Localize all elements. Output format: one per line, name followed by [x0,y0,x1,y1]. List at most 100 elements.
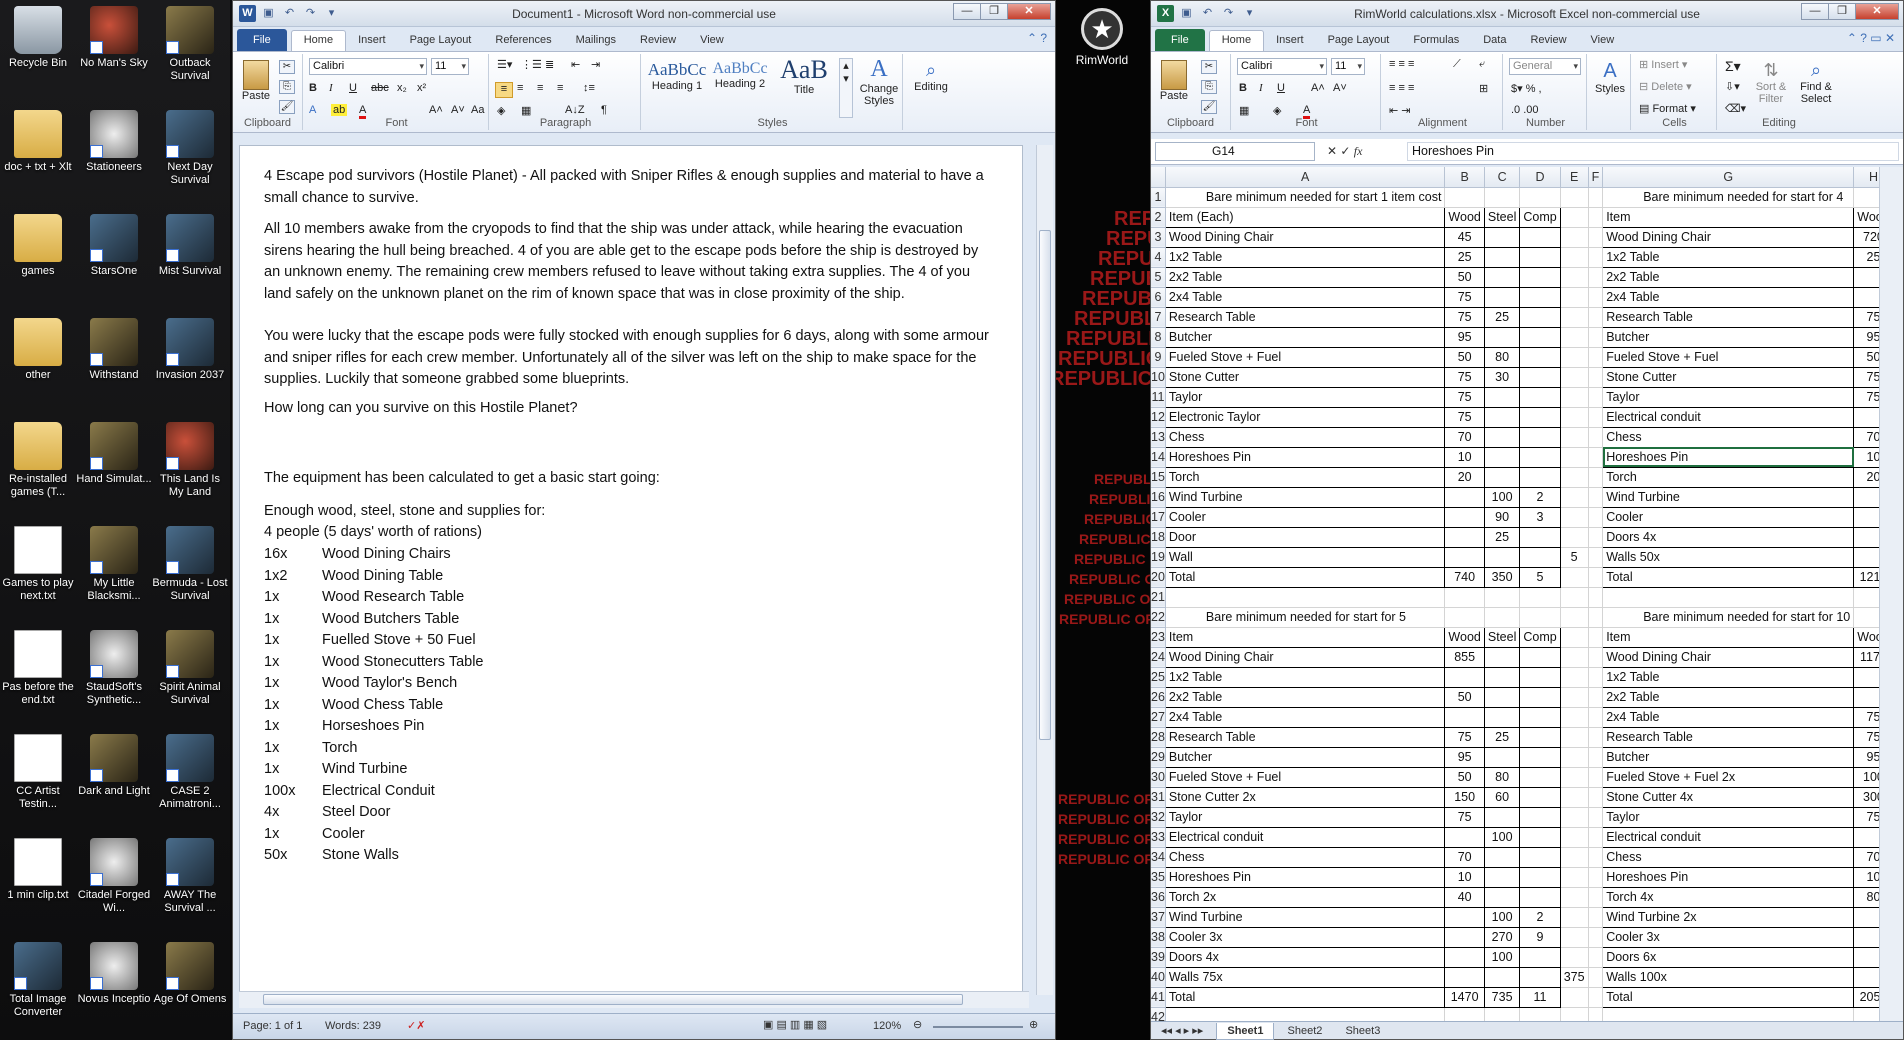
desktop-icon[interactable]: Dark and Light [76,734,152,798]
equipment-line[interactable]: 1x Wood Stonecutters Table [264,652,483,674]
row-header[interactable]: 16 [1151,487,1166,508]
cell[interactable] [1444,607,1485,628]
cell[interactable] [1853,286,1881,308]
cell[interactable]: 350 [1483,566,1521,588]
cell[interactable]: 95 [1444,746,1485,768]
cell[interactable] [1519,266,1561,288]
row-header[interactable]: 24 [1151,647,1166,668]
fill-icon[interactable]: ⇩▾ [1725,80,1740,93]
fill-color-icon[interactable]: ◈ [1273,104,1281,117]
cell[interactable] [1588,547,1604,568]
horizontal-scrollbar[interactable] [239,991,1029,1008]
cell[interactable]: Item [1602,206,1855,228]
row-header[interactable]: 7 [1151,307,1166,328]
cell[interactable]: 100 [1483,826,1521,848]
equipment-line[interactable]: 1x Wood Research Table [264,587,464,609]
row-header[interactable]: 3 [1151,227,1166,248]
cell[interactable]: 50 [1444,266,1485,288]
cell[interactable]: Horeshoes Pin [1164,866,1446,888]
help-icon[interactable]: ⌃ ? ▭ ✕ [1847,31,1895,45]
row-header[interactable]: 4 [1151,247,1166,268]
column-header[interactable]: A [1165,167,1446,188]
style-title[interactable]: AaB Title [775,56,833,97]
desktop-icon[interactable]: CC Artist Testin... [0,734,76,811]
cell[interactable] [1483,246,1521,268]
cell[interactable]: Stone Cutter 2x [1164,786,1446,808]
cell[interactable] [1444,526,1485,548]
font-name-combo[interactable]: Calibri [1237,58,1327,75]
cell[interactable]: 70 [1853,846,1881,868]
cell[interactable] [1519,587,1561,608]
tab-review[interactable]: Review [1518,31,1578,51]
cell[interactable]: Cooler [1602,506,1855,528]
cell[interactable] [1853,526,1881,548]
page-count[interactable]: Page: 1 of 1 [243,1020,302,1032]
cell[interactable] [1519,686,1561,708]
cell[interactable]: Item [1164,626,1446,648]
cell[interactable] [1560,707,1589,728]
row-header[interactable]: 1 [1151,187,1166,208]
cell[interactable] [1602,587,1855,608]
cell[interactable] [1519,226,1561,248]
cell[interactable] [1588,447,1604,468]
cell[interactable]: 75 [1444,366,1485,388]
cell[interactable] [1484,187,1521,208]
cell[interactable] [1588,407,1604,428]
superscript-button[interactable]: x² [417,82,426,94]
desktop-icon[interactable]: CASE 2 Animatroni... [152,734,228,811]
cell[interactable] [1444,187,1485,208]
cell[interactable] [1560,987,1589,1008]
cell[interactable]: 270 [1483,926,1521,948]
cell[interactable] [1588,747,1604,768]
column-header[interactable]: F [1588,167,1604,188]
cell[interactable] [1560,387,1589,408]
cell[interactable]: Wood [1444,626,1485,648]
cell[interactable]: 75 [1853,386,1881,408]
autosum-icon[interactable]: Σ▾ [1725,58,1741,75]
bullets-icon[interactable]: ☰▾ [497,58,512,71]
cell[interactable] [1588,567,1604,588]
cell[interactable] [1560,487,1589,508]
cell[interactable]: Taylor [1602,806,1855,828]
cell[interactable]: 75 [1444,726,1485,748]
cell[interactable]: 70 [1444,426,1485,448]
equipment-line[interactable]: 100x Electrical Conduit [264,781,435,803]
desktop-icon[interactable]: Mist Survival [152,214,228,278]
cell[interactable] [1588,867,1604,888]
insert-button[interactable]: ⊞ Insert ▾ [1639,58,1687,71]
cell[interactable] [1588,247,1604,268]
row-header[interactable]: 11 [1151,387,1166,408]
cell[interactable] [1519,706,1561,728]
minimize-button[interactable]: — [953,3,981,20]
rimworld-shortcut[interactable]: ★ RimWorld [1074,8,1130,67]
cell[interactable] [1519,666,1561,688]
cell[interactable] [1560,887,1589,908]
cell[interactable] [1519,286,1561,308]
cell[interactable]: 100 [1853,766,1881,788]
cell[interactable]: Horeshoes Pin [1602,446,1855,468]
cell[interactable] [1853,486,1881,508]
desktop-icon[interactable]: Pas before the end.txt [0,630,76,707]
document-paragraph[interactable]: 4 people (5 days' worth of rations) [264,522,994,544]
cell[interactable]: Bare minimum needed for start for 10 [1602,607,1855,628]
cell[interactable]: 75 [1444,386,1485,408]
cell[interactable]: Torch 2x [1164,886,1446,908]
cell[interactable]: 2 [1519,906,1561,928]
desktop-icon[interactable]: Re-installed games (T... [0,422,76,499]
cell[interactable]: Chess [1164,846,1446,868]
cell[interactable] [1560,267,1589,288]
font-name-combo[interactable]: Calibri [309,58,427,75]
cell[interactable]: 1470 [1444,986,1485,1008]
cell[interactable]: 1x2 Table [1164,246,1446,268]
cell[interactable]: 70 [1853,426,1881,448]
row-header[interactable]: 5 [1151,267,1166,288]
document-paragraph[interactable]: All 10 members awake from the cryopods t… [264,219,994,305]
align-right-icon[interactable]: ≡ [537,82,543,94]
cell[interactable] [1560,407,1589,428]
column-header[interactable]: C [1484,167,1521,188]
styles-button[interactable]: A Styles [1593,60,1627,95]
cell[interactable]: Research Table [1602,306,1855,328]
format-painter-icon[interactable]: 🖌 [1201,100,1217,114]
row-header[interactable]: 17 [1151,507,1166,528]
cell[interactable]: Butcher [1164,746,1446,768]
